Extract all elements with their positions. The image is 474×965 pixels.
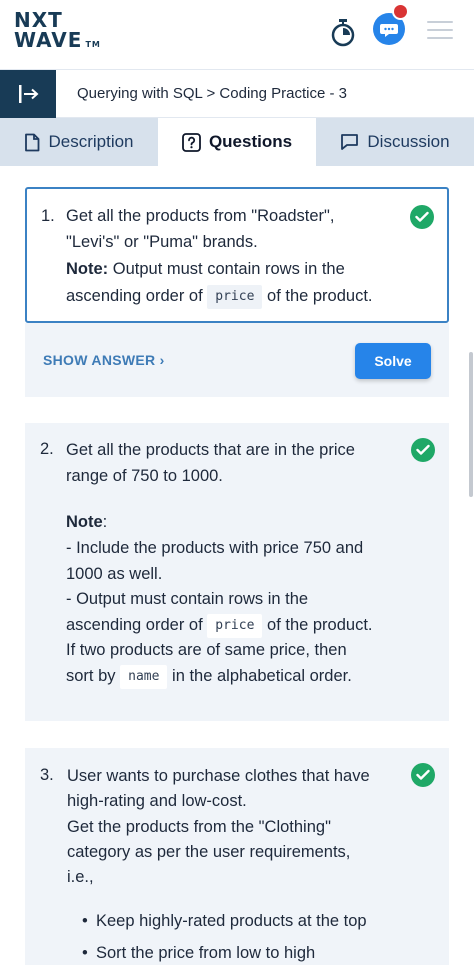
logo-line-2: WAVE TM [14,30,101,55]
tab-description-label: Description [48,132,134,151]
tab-discussion[interactable]: Discussion [316,118,474,166]
question-note: Note: Output must contain rows in the [66,256,345,282]
question-line: User wants to purchase clothes that have [67,767,370,785]
question-line: sort by name in the alphabetical order. [66,663,352,689]
scrollbar-thumb[interactable] [469,352,473,497]
tab-questions-label: Questions [208,132,293,151]
breadcrumb-bar: Querying with SQL > Coding Practice - 3 [0,70,474,118]
question-line: high-rating and low-cost. [67,792,247,810]
show-answer-link[interactable]: SHOW ANSWER › [43,352,165,368]
note-colon: : [102,513,108,531]
question-line: Get all the products that are in the pri… [66,441,355,459]
note-label: Note [66,513,103,531]
question-card-2[interactable]: 2. Get all the products that are in the … [25,423,449,721]
line-text: ascending order of [66,287,203,305]
line-text: sort by [66,667,116,685]
question-line: Get the products from the "Clothing" [67,818,331,836]
question-line: - Include the products with price 750 an… [66,539,364,557]
tab-questions[interactable]: Questions [158,118,316,166]
line-text: of the product. [267,287,373,305]
breadcrumb: Querying with SQL > Coding Practice - 3 [77,85,347,102]
question-card-3[interactable]: 3. User wants to purchase clothes that h… [25,748,449,965]
question-icon [182,132,201,152]
top-header: NXT WAVE TM [0,0,474,70]
requirement-bullet: Sort the price from low to high [82,944,315,963]
question-line: ascending order of price of the product. [66,283,373,309]
question-line: range of 750 to 1000. [66,467,223,485]
question-number: 2. [40,440,54,458]
question-line: category as per the user requirements, [67,843,351,861]
question-line: "Levi's" or "Puma" brands. [66,233,258,251]
question-line: 1000 as well. [66,565,163,583]
requirement-bullet: Keep highly-rated products at the top [82,912,367,931]
nxtwave-logo[interactable]: NXT WAVE TM [14,10,101,55]
logo-tm: TM [85,40,101,49]
chat-bubble-icon [341,134,359,150]
note-text: Output must contain rows in the [108,260,345,278]
question-line: ascending order of price of the product. [66,612,373,638]
question-number: 1. [41,207,55,225]
note-label: Note: [66,260,109,278]
show-answer-label: SHOW ANSWER [43,352,156,368]
logo-line-1: NXT [14,8,63,32]
line-text: in the alphabetical order. [172,667,352,685]
timer-icon[interactable] [330,18,356,48]
question-1-actions: SHOW ANSWER › Solve [25,323,449,397]
question-line: If two products are of same price, then [66,641,347,659]
code-name: name [120,664,168,689]
hamburger-menu-icon[interactable] [427,21,453,41]
line-text: ascending order of [66,616,203,634]
question-line: Get all the products from "Roadster", [66,207,335,225]
question-note: Note: [66,509,107,535]
question-number: 3. [40,766,54,784]
document-icon [25,133,40,151]
question-card-1[interactable]: 1. Get all the products from "Roadster",… [25,187,449,323]
code-price: price [207,613,263,638]
solve-button[interactable]: Solve [355,343,431,379]
line-text: of the product. [267,616,373,634]
collapse-sidebar-button[interactable] [0,70,56,118]
completed-check-icon [411,763,435,787]
code-price: price [207,284,263,309]
completed-check-icon [411,438,435,462]
tab-bar: Description Questions Discussion [0,118,474,166]
chevron-right-icon: › [159,352,165,368]
completed-check-icon [410,205,434,229]
question-line: - Output must contain rows in the [66,590,309,608]
notification-dot [392,3,409,20]
collapse-arrow-icon [19,85,39,103]
tab-discussion-label: Discussion [367,132,450,151]
logo-line-2-text: WAVE [14,28,83,52]
tab-description[interactable]: Description [0,118,158,166]
question-line: i.e., [67,868,94,886]
